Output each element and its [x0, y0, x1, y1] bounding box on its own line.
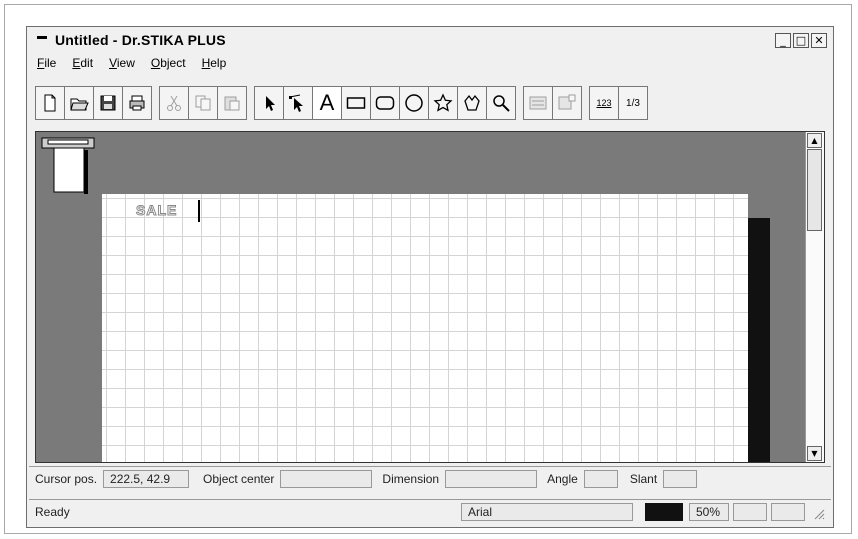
status-bar: Ready Arial 50%	[29, 499, 831, 524]
system-menu-icon[interactable]	[37, 35, 47, 39]
menu-object[interactable]: Object	[149, 55, 188, 71]
fraction-label: 1/3	[626, 97, 640, 109]
new-button[interactable]	[35, 86, 65, 120]
ungroup-icon	[558, 94, 576, 110]
color-swatch[interactable]	[645, 503, 683, 521]
dimension-value	[445, 470, 538, 488]
text-object-sale[interactable]: SALE	[135, 202, 177, 219]
menu-help[interactable]: Help	[200, 55, 229, 71]
star-icon	[433, 93, 453, 112]
menu-bar: File Edit View Object Help	[35, 55, 228, 71]
label-paper[interactable]: SALE	[102, 194, 748, 462]
title-bar[interactable]: Untitled - Dr.STIKA PLUS _ □ ✕	[27, 27, 833, 53]
ellipse-tool[interactable]	[399, 86, 429, 120]
rectangle-tool[interactable]	[341, 86, 371, 120]
angle-label: Angle	[547, 472, 578, 486]
ready-status: Ready	[35, 505, 70, 519]
rounded-rectangle-tool[interactable]	[370, 86, 400, 120]
rectangle-icon	[346, 97, 366, 109]
status-pane-empty-1	[733, 503, 767, 521]
group-button[interactable]	[523, 86, 553, 120]
rounded-rectangle-icon	[375, 96, 395, 110]
maximize-button[interactable]: □	[793, 33, 809, 48]
object-center-label: Object center	[203, 472, 275, 486]
scroll-down-icon[interactable]: ▼	[807, 446, 822, 461]
file-tools	[35, 86, 152, 120]
vertical-scrollbar[interactable]: ▲ ▼	[805, 132, 824, 462]
minimize-button[interactable]: _	[775, 33, 791, 48]
drawing-tools: A	[254, 86, 516, 120]
paper-shadow	[748, 218, 770, 462]
angle-value	[583, 470, 618, 488]
slant-label: Slant	[629, 472, 658, 486]
text-tool-label: A	[319, 90, 335, 115]
view-tools: 123 1/3	[589, 86, 648, 120]
dimension-label: Dimension	[382, 472, 440, 486]
coordinate-status-bar: Cursor pos. 222.5, 42.9 Object center Di…	[29, 466, 831, 491]
save-button[interactable]	[93, 86, 123, 120]
printer-icon	[129, 95, 145, 111]
drawing-workspace[interactable]: SALE ▲ ▼	[35, 131, 825, 463]
polygon-icon	[464, 94, 480, 111]
polygon-tool[interactable]	[457, 86, 487, 120]
fraction-button[interactable]: 1/3	[618, 86, 648, 120]
resize-grip-icon[interactable]	[813, 508, 825, 520]
object-center-value	[280, 470, 373, 488]
app-window: Untitled - Dr.STIKA PLUS _ □ ✕ File Edit…	[26, 26, 834, 528]
select-tool[interactable]	[254, 86, 284, 120]
clipboard-tools	[159, 86, 247, 120]
zoom-tool[interactable]	[486, 86, 516, 120]
scissors-icon	[167, 95, 181, 111]
copy-icon	[195, 95, 211, 111]
window-controls: _ □ ✕	[775, 33, 827, 48]
paste-icon	[224, 96, 240, 111]
open-button[interactable]	[64, 86, 94, 120]
status-pane-empty-2	[771, 503, 805, 521]
transform-tools	[523, 86, 582, 120]
magnifier-icon	[493, 95, 510, 112]
arrow-pointer-icon	[266, 96, 275, 111]
zoom-level: 50%	[689, 503, 729, 521]
ellipse-icon	[405, 94, 423, 112]
floppy-disk-icon	[100, 95, 116, 111]
cut-button[interactable]	[159, 86, 189, 120]
menu-edit[interactable]: Edit	[70, 55, 95, 71]
menu-view[interactable]: View	[107, 55, 137, 71]
slant-value	[663, 470, 698, 488]
font-name-field: Arial	[461, 503, 633, 521]
label-printer-icon	[41, 137, 95, 194]
scroll-up-icon[interactable]: ▲	[807, 133, 822, 148]
paste-button[interactable]	[217, 86, 247, 120]
new-document-icon	[44, 94, 56, 112]
menu-file[interactable]: File	[35, 55, 58, 71]
node-edit-tool[interactable]	[283, 86, 313, 120]
scroll-thumb[interactable]	[807, 149, 822, 231]
cursor-pos-value: 222.5, 42.9	[103, 470, 190, 488]
copy-button[interactable]	[188, 86, 218, 120]
close-button[interactable]: ✕	[811, 33, 827, 48]
toolbar: A 123 1/3	[35, 83, 827, 123]
numbering-button[interactable]: 123	[589, 86, 619, 120]
node-edit-icon	[289, 94, 303, 112]
star-tool[interactable]	[428, 86, 458, 120]
open-folder-icon	[70, 98, 89, 111]
ungroup-button[interactable]	[552, 86, 582, 120]
print-button[interactable]	[122, 86, 152, 120]
text-cursor	[198, 200, 200, 222]
group-icon	[529, 96, 547, 110]
numbering-label: 123	[596, 98, 612, 108]
text-tool[interactable]: A	[312, 86, 342, 120]
cursor-pos-label: Cursor pos.	[35, 472, 98, 486]
window-title: Untitled - Dr.STIKA PLUS	[55, 32, 226, 48]
